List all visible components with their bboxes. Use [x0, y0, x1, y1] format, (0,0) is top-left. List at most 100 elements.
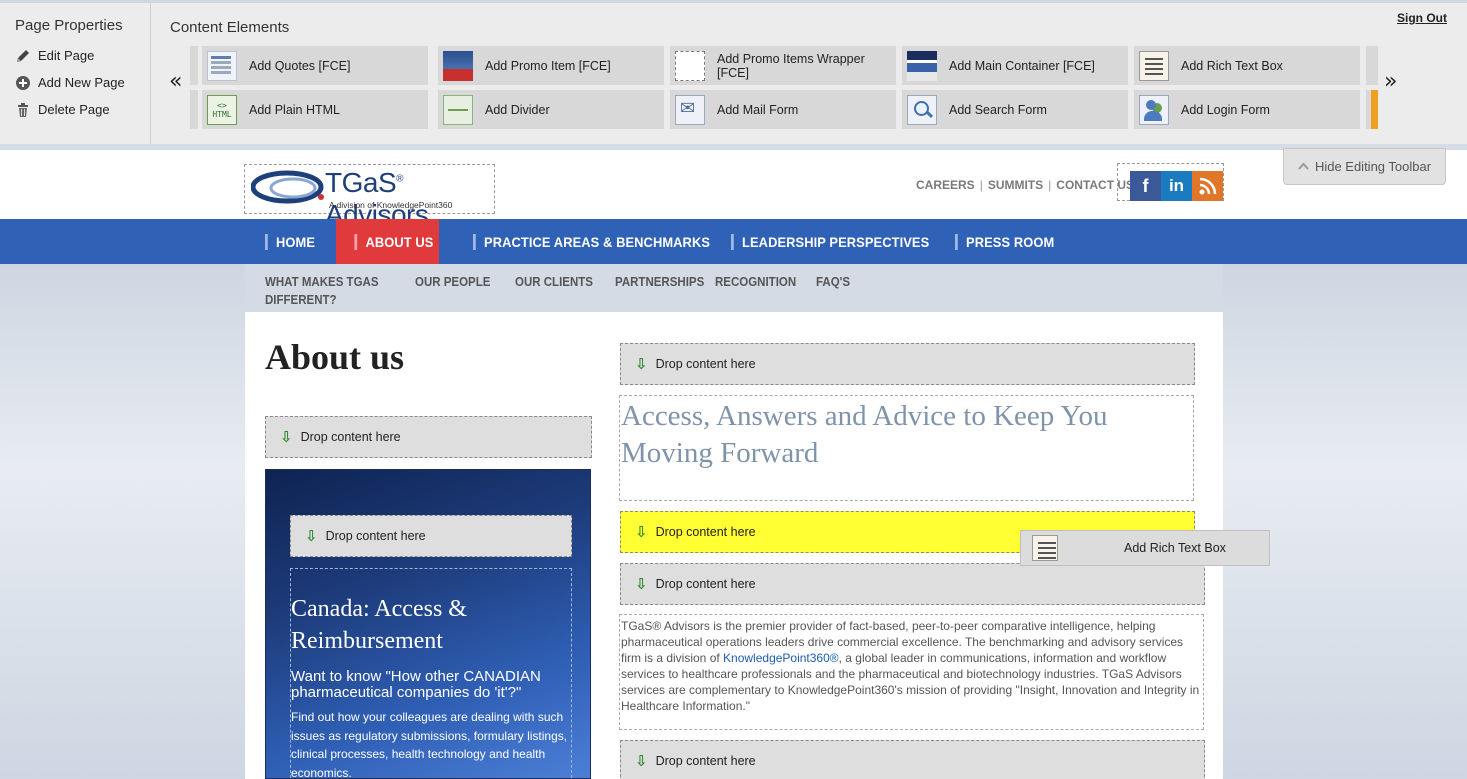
tile-label: Add Promo Item [FCE]	[485, 58, 611, 73]
down-arrow-icon: ⇩	[635, 523, 648, 541]
add-main-container-tile[interactable]: Add Main Container [FCE]	[902, 46, 1128, 85]
nav-bar-marker	[265, 233, 268, 250]
nav-about-us[interactable]: ABOUT US	[336, 219, 440, 264]
add-promo-item-tile[interactable]: Add Promo Item [FCE]	[438, 46, 664, 85]
body-text-box: TGaS® Advisors is the premier provider o…	[619, 614, 1204, 730]
tile-label: Add Quotes [FCE]	[249, 58, 351, 73]
hide-editing-toolbar-button[interactable]: Hide Editing Toolbar	[1283, 148, 1446, 185]
tile-partial-next[interactable]	[1366, 90, 1378, 129]
down-arrow-icon: ⇩	[635, 575, 648, 593]
sign-out-link[interactable]: Sign Out	[1397, 11, 1447, 25]
html-code-icon: <> HTML	[207, 94, 237, 125]
logo-registered-mark: ®	[396, 173, 404, 185]
facebook-icon[interactable]: f	[1130, 171, 1161, 201]
promo-body: Find out how your colleagues are dealing…	[291, 710, 568, 779]
nav-bar-marker	[354, 233, 358, 250]
scroll-right-arrow[interactable]: »	[1384, 69, 1397, 94]
add-promo-items-wrapper-tile[interactable]: Add Promo Items Wrapper [FCE]	[670, 46, 896, 85]
add-mail-form-tile[interactable]: Add Mail Form	[670, 90, 896, 129]
subnav-what-makes-tgas-different[interactable]: WHAT MAKES TGAS DIFFERENT?	[265, 273, 385, 309]
down-arrow-icon: ⇩	[635, 355, 648, 373]
add-login-form-tile[interactable]: Add Login Form	[1134, 90, 1360, 129]
drop-label: Drop content here	[655, 357, 756, 371]
subnav-faqs[interactable]: FAQ'S	[816, 273, 850, 291]
html-code-glyph: <>	[217, 100, 227, 110]
sub-nav: WHAT MAKES TGAS DIFFERENT? OUR PEOPLE OU…	[245, 264, 1223, 312]
pencil-icon	[15, 48, 31, 64]
nav-bar-marker	[473, 233, 476, 250]
nav-bar-marker	[731, 233, 734, 250]
main-container-icon	[907, 50, 937, 81]
site-header: TGaS® Advisors A division of KnowledgePo…	[0, 150, 1467, 230]
drop-label: Drop content here	[325, 529, 426, 543]
promo-box: ⇩ Drop content here Canada: Access & Reim…	[265, 469, 591, 779]
tile-partial-next[interactable]	[1366, 46, 1378, 85]
tile-label: Add Main Container [FCE]	[949, 58, 1095, 73]
add-quotes-tile[interactable]: Add Quotes [FCE]	[202, 46, 428, 85]
headline-box: Access, Answers and Advice to Keep You M…	[619, 395, 1194, 501]
subnav-partnerships[interactable]: PARTNERSHIPS	[615, 273, 704, 291]
drop-label: Drop content here	[655, 754, 756, 768]
add-search-form-tile[interactable]: Add Search Form	[902, 90, 1128, 129]
add-plain-html-tile[interactable]: <> HTML Add Plain HTML	[202, 90, 428, 129]
page-properties-title: Page Properties	[15, 17, 123, 34]
nav-label: PRACTICE AREAS & BENCHMARKS	[484, 233, 711, 250]
tile-label: Add Promo Items Wrapper [FCE]	[717, 51, 865, 80]
content-elements-title: Content Elements	[170, 19, 290, 36]
rich-text-icon	[1139, 50, 1169, 81]
careers-link[interactable]: CAREERS	[916, 178, 975, 192]
nav-press-room[interactable]: PRESS ROOM	[955, 219, 1054, 264]
drop-zone[interactable]: ⇩ Drop content here	[620, 343, 1195, 385]
html-code-text: HTML	[212, 109, 232, 119]
down-arrow-icon: ⇩	[280, 428, 293, 446]
summits-link[interactable]: SUMMITS	[988, 178, 1043, 192]
search-icon	[907, 94, 937, 125]
social-links: f in	[1117, 163, 1224, 201]
drop-zone[interactable]: ⇩ Drop content here	[620, 740, 1205, 779]
utility-nav: CAREERS | SUMMITS | CONTACT US	[916, 178, 1134, 192]
drop-zone[interactable]: ⇩ Drop content here	[290, 515, 572, 557]
add-new-page-label: Add New Page	[38, 75, 125, 90]
add-new-page-button[interactable]: Add New Page	[15, 69, 150, 96]
scroll-left-arrow[interactable]: «	[169, 69, 182, 94]
tgas-logo[interactable]: TGaS® Advisors A division of KnowledgePo…	[244, 164, 495, 230]
nav-practice-areas[interactable]: PRACTICE AREAS & BENCHMARKS	[473, 219, 710, 264]
chevron-up-icon	[1298, 161, 1309, 173]
logo-swoosh-icon	[251, 170, 324, 204]
drop-zone[interactable]: ⇩ Drop content here	[265, 416, 592, 458]
edit-page-button[interactable]: Edit Page	[15, 42, 150, 69]
logo-tagline: A division of KnowledgePoint360	[329, 200, 453, 210]
editing-toolbar: Page Properties Edit Page Add New Page D…	[0, 0, 1467, 150]
edit-page-label: Edit Page	[38, 48, 95, 63]
nav-label: LEADERSHIP PERSPECTIVES	[742, 233, 930, 250]
body-text: TGaS® Advisors is the premier provider o…	[621, 618, 1203, 714]
drop-zone[interactable]: ⇩ Drop content here	[620, 563, 1205, 605]
nav-label: PRESS ROOM	[966, 233, 1055, 250]
nav-leadership-perspectives[interactable]: LEADERSHIP PERSPECTIVES	[731, 219, 929, 264]
drop-label: Drop content here	[655, 577, 756, 591]
promo-item-icon	[443, 50, 473, 81]
tile-edge-left	[190, 46, 198, 85]
headline: Access, Answers and Advice to Keep You M…	[621, 400, 1108, 469]
linkedin-icon[interactable]: in	[1161, 171, 1192, 201]
rss-icon[interactable]	[1192, 171, 1223, 201]
promo-subtitle: Want to know "How other CANADIAN pharmac…	[291, 668, 541, 701]
tile-label: Add Divider	[485, 102, 550, 117]
content-elements-panel: Content Elements « » Sign Out Add Quotes…	[152, 3, 1467, 144]
page-properties-panel: Page Properties Edit Page Add New Page D…	[0, 3, 151, 144]
nav-label: ABOUT US	[365, 233, 434, 250]
divider-icon	[443, 94, 473, 125]
drop-label: Drop content here	[655, 525, 756, 539]
add-rich-text-box-tile[interactable]: Add Rich Text Box	[1134, 46, 1360, 85]
add-divider-tile[interactable]: Add Divider	[438, 90, 664, 129]
quotes-icon	[207, 50, 237, 81]
knowledgepoint360-link[interactable]: KnowledgePoint360®	[723, 651, 839, 665]
subnav-our-people[interactable]: OUR PEOPLE	[415, 273, 490, 291]
nav-home[interactable]: HOME	[265, 219, 324, 264]
main-nav: HOME ABOUT US PRACTICE AREAS & BENCHMARK…	[0, 219, 1467, 264]
delete-page-button[interactable]: Delete Page	[15, 96, 150, 123]
subnav-our-clients[interactable]: OUR CLIENTS	[515, 273, 593, 291]
nav-separator: |	[1048, 178, 1052, 192]
dragged-rich-text-box[interactable]: Add Rich Text Box	[1020, 530, 1270, 566]
subnav-recognition[interactable]: RECOGNITION	[715, 273, 796, 291]
